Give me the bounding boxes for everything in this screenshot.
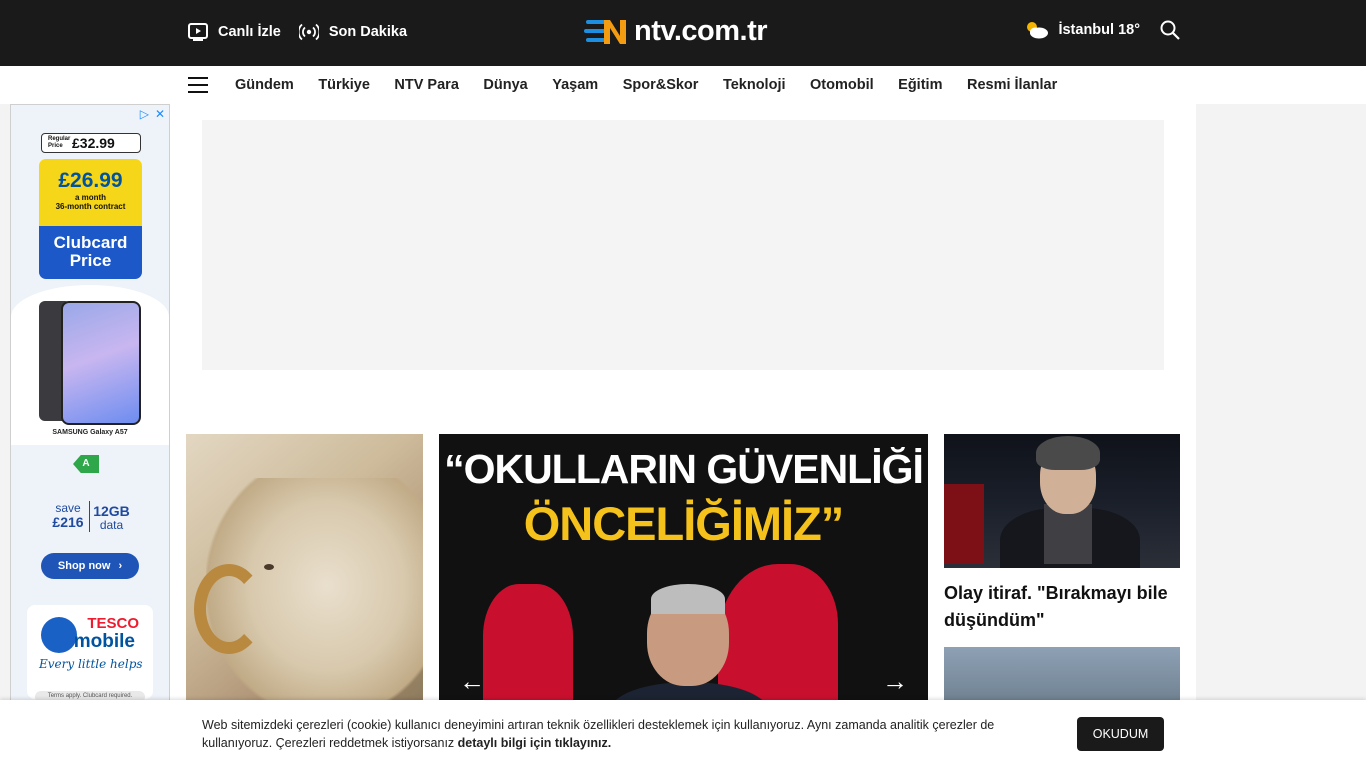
close-icon[interactable]: ✕ bbox=[155, 107, 165, 121]
tesco-mobile-icon bbox=[41, 617, 77, 653]
live-watch-label: Canlı İzle bbox=[218, 24, 281, 40]
top-bar: Canlı İzle Son Dakika ntv.com.tr İstanbu… bbox=[0, 0, 1366, 66]
nav-item-resmi-ilanlar[interactable]: Resmi İlanlar bbox=[967, 77, 1057, 93]
nav-item-spor-skor[interactable]: Spor&Skor bbox=[623, 77, 699, 93]
regular-price-tag: Regular Price £32.99 bbox=[41, 133, 141, 153]
shop-now-label: Shop now bbox=[57, 560, 111, 572]
data-amount: 12GB bbox=[93, 503, 130, 519]
news-card-left[interactable] bbox=[186, 434, 423, 704]
tesco-mobile-logo: TESCO mobile Every little helps Terms ap… bbox=[27, 605, 153, 703]
slider-headline-line-1: “OKULLARIN GÜVENLİĞİ bbox=[444, 446, 924, 492]
energy-class-badge: A bbox=[73, 455, 99, 473]
clubcard-label: Clubcard Price bbox=[39, 226, 142, 279]
nav-list: Gündem Türkiye NTV Para Dünya Yaşam Spor… bbox=[235, 77, 1057, 93]
arrow-left-icon[interactable]: ← bbox=[459, 666, 485, 697]
news-card-image-2[interactable] bbox=[944, 647, 1180, 707]
breaking-news-link[interactable]: Son Dakika bbox=[298, 22, 408, 42]
shop-now-button[interactable]: Shop now › bbox=[41, 553, 139, 579]
clubcard-price-value: £26.99 bbox=[58, 169, 123, 192]
ntv-logo-icon bbox=[584, 20, 626, 44]
sheep-eye bbox=[264, 564, 274, 570]
main-nav: Gündem Türkiye NTV Para Dünya Yaşam Spor… bbox=[0, 66, 1366, 104]
top-right: İstanbul 18° bbox=[1024, 20, 1180, 40]
headline-slider[interactable]: “OKULLARIN GÜVENLİĞİ ÖNCELİĞİMİZ” ← → bbox=[439, 434, 928, 704]
flag-left bbox=[483, 584, 573, 704]
clubcard-price-box: £26.99 a month 36-month contract Clubcar… bbox=[39, 159, 142, 279]
partly-cloudy-icon bbox=[1027, 22, 1049, 39]
top-left-links: Canlı İzle Son Dakika bbox=[188, 22, 407, 42]
search-icon[interactable] bbox=[1160, 20, 1180, 40]
nav-item-turkiye[interactable]: Türkiye bbox=[318, 77, 370, 93]
tesco-word: TESCO bbox=[87, 615, 139, 632]
data-label: data bbox=[99, 518, 124, 532]
regular-price-value: £32.99 bbox=[72, 135, 115, 151]
nav-item-gundem[interactable]: Gündem bbox=[235, 77, 294, 93]
news-card-right[interactable]: Olay itiraf. "Bırakmayı bile düşündüm" bbox=[944, 434, 1180, 707]
coach-image bbox=[944, 434, 1180, 568]
chevron-right-icon: › bbox=[118, 560, 123, 572]
cookie-banner: Web sitemizdeki çerezleri (cookie) kulla… bbox=[0, 700, 1366, 768]
hamburger-menu-icon[interactable] bbox=[188, 77, 208, 98]
top-ad-placeholder bbox=[202, 120, 1164, 370]
nav-item-dunya[interactable]: Dünya bbox=[483, 77, 527, 93]
adchoices-icon[interactable]: ▷ bbox=[140, 107, 149, 121]
cookie-text-block: Web sitemizdeki çerezleri (cookie) kulla… bbox=[202, 716, 1042, 752]
broadcast-icon bbox=[298, 23, 319, 41]
arrow-right-icon[interactable]: → bbox=[882, 666, 908, 697]
mobile-word: mobile bbox=[73, 631, 135, 652]
slider-headline-line-2: ÖNCELİĞİMİZ” bbox=[523, 497, 845, 550]
phone-brand: SAMSUNG Galaxy A57 bbox=[52, 429, 128, 436]
site-logo[interactable]: ntv.com.tr bbox=[584, 14, 768, 48]
weather-widget[interactable]: İstanbul 18° bbox=[1024, 20, 1140, 40]
nav-item-teknoloji[interactable]: Teknoloji bbox=[723, 77, 786, 93]
side-advertisement[interactable]: ▷ ✕ Regular Price £32.99 £26.99 a month … bbox=[10, 104, 170, 704]
sheep-horn bbox=[194, 564, 264, 654]
breaking-news-label: Son Dakika bbox=[328, 24, 408, 40]
news-card-title[interactable]: Olay itiraf. "Bırakmayı bile düşündüm" bbox=[944, 580, 1180, 634]
clubcard-sub-1: a month bbox=[74, 193, 107, 202]
speaker-image bbox=[609, 582, 769, 704]
cookie-accept-button[interactable]: OKUDUM bbox=[1077, 717, 1164, 751]
live-watch-link[interactable]: Canlı İzle bbox=[188, 22, 281, 42]
play-icon bbox=[188, 23, 208, 41]
nav-item-egitim[interactable]: Eğitim bbox=[898, 77, 942, 93]
nav-item-ntv-para[interactable]: NTV Para bbox=[394, 77, 458, 93]
save-offer: save £216 12GB data bbox=[47, 501, 133, 532]
logo-text: ntv.com.tr bbox=[634, 14, 768, 47]
save-amount: £216 bbox=[52, 514, 84, 530]
save-label: save bbox=[55, 501, 81, 515]
nav-item-yasam[interactable]: Yaşam bbox=[552, 77, 598, 93]
weather-text: İstanbul 18° bbox=[1058, 22, 1140, 38]
clubcard-sub-2: 36-month contract bbox=[55, 202, 126, 211]
regular-price-label: Regular Price bbox=[48, 136, 71, 149]
nav-item-otomobil[interactable]: Otomobil bbox=[810, 77, 874, 93]
cookie-details-link[interactable]: detaylı bilgi için tıklayınız. bbox=[458, 736, 612, 750]
tesco-tagline: Every little helps bbox=[39, 657, 143, 671]
ad-choices[interactable]: ▷ ✕ bbox=[140, 107, 165, 121]
phone-image bbox=[39, 301, 141, 425]
